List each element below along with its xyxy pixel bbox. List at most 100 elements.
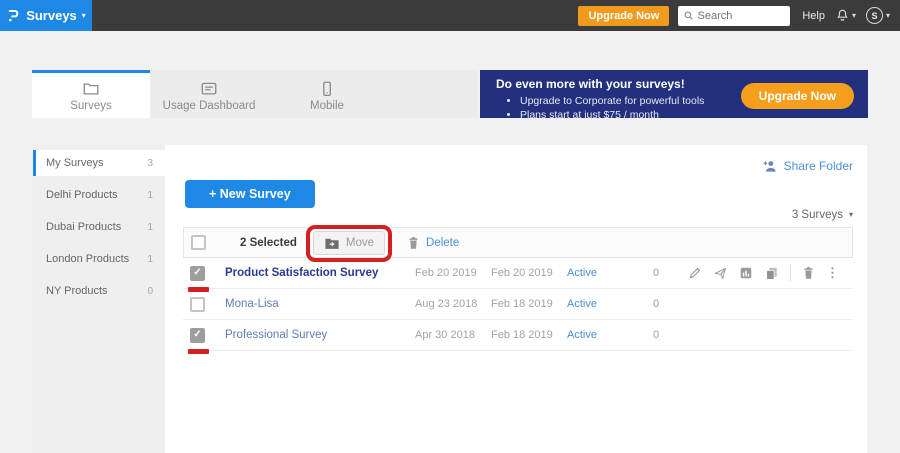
duplicate-button[interactable] [764, 266, 779, 281]
tabs: Surveys Usage Dashboard Mobile [32, 70, 478, 118]
surveys-panel: Share Folder + New Survey 3 Surveys ▾ ✓ … [165, 145, 867, 453]
notifications-menu[interactable]: ▾ [835, 8, 856, 23]
help-link[interactable]: Help [802, 10, 825, 22]
folder-count: 1 [147, 254, 153, 265]
share-folder-link[interactable]: Share Folder [784, 159, 853, 173]
paper-plane-icon [713, 266, 728, 280]
sidebar-item-my-surveys[interactable]: My Surveys 3 [33, 150, 165, 176]
check-icon: ✓ [193, 330, 201, 340]
avatar: S [866, 7, 883, 24]
sidebar-item-delhi-products[interactable]: Delhi Products 1 [33, 182, 165, 208]
row-checkbox-wrap: ✓ [190, 266, 205, 281]
folder-label: My Surveys [46, 157, 103, 169]
banner-upgrade-button[interactable]: Upgrade Now [741, 83, 854, 109]
copy-icon [764, 266, 779, 281]
created-date: Feb 20 2019 [407, 267, 483, 279]
sidebar-item-ny-products[interactable]: NY Products 0 [33, 278, 165, 304]
folder-label: Delhi Products [46, 189, 118, 201]
survey-row: ✓ Mona-Lisa Aug 23 2018 Feb 18 2019 Acti… [183, 289, 853, 320]
responses-count: 0 [635, 298, 683, 310]
edit-button[interactable] [688, 266, 702, 280]
search-box[interactable] [678, 6, 790, 26]
row-checkbox-wrap: ✓ [190, 297, 205, 312]
pencil-icon [688, 266, 702, 280]
survey-row: ✓ Professional Survey Apr 30 2018 Feb 18… [183, 320, 853, 351]
status-link[interactable]: Active [559, 267, 635, 279]
trash-icon [802, 266, 815, 280]
new-survey-button[interactable]: + New Survey [185, 180, 315, 208]
tab-usage-dashboard[interactable]: Usage Dashboard [150, 70, 268, 118]
chevron-down-icon: ▾ [82, 12, 86, 20]
upgrade-now-button[interactable]: Upgrade Now [578, 6, 669, 26]
folder-count: 0 [147, 286, 153, 297]
folder-icon [82, 80, 100, 98]
trash-icon [407, 236, 420, 250]
created-date: Aug 23 2018 [407, 298, 483, 310]
bar-chart-icon [739, 266, 753, 280]
select-all-checkbox[interactable]: ✓ [191, 235, 206, 250]
survey-title-link[interactable]: Product Satisfaction Survey [217, 267, 407, 279]
status-link[interactable]: Active [559, 329, 635, 341]
responses-count: 0 [635, 329, 683, 341]
reports-button[interactable] [739, 266, 753, 280]
survey-title-link[interactable]: Mona-Lisa [217, 298, 407, 310]
main-area: My Surveys 3 Delhi Products 1 Dubai Prod… [33, 145, 867, 453]
topbar-actions: Upgrade Now Help ▾ S ▾ [578, 6, 900, 26]
row-checkbox-wrap: ✓ [190, 328, 205, 343]
folder-label: NY Products [46, 285, 108, 297]
check-icon: ✓ [193, 268, 201, 278]
send-button[interactable] [713, 266, 728, 280]
tab-label: Mobile [310, 100, 344, 112]
upgrade-banner: Do even more with your surveys! Upgrade … [480, 70, 868, 118]
folders-sidebar: My Surveys 3 Delhi Products 1 Dubai Prod… [33, 145, 165, 453]
row-actions: ⋮ [683, 265, 853, 281]
surveys-table: ✓ 2 Selected Move Delete [183, 227, 853, 351]
tab-strip: Surveys Usage Dashboard Mobile Do even m… [32, 70, 868, 118]
surveys-app-page: Surveys ▾ Upgrade Now Help ▾ S ▾ Su [0, 0, 900, 453]
survey-title-link[interactable]: Professional Survey [217, 329, 407, 341]
survey-count-dropdown[interactable]: 3 Surveys ▾ [183, 209, 853, 221]
folder-count: 3 [147, 158, 153, 169]
status-link[interactable]: Active [559, 298, 635, 310]
survey-row: ✓ Product Satisfaction Survey Feb 20 201… [183, 258, 853, 289]
move-label: Move [346, 237, 374, 249]
chevron-down-icon: ▾ [849, 211, 853, 219]
delete-button[interactable]: Delete [407, 236, 459, 250]
sidebar-item-london-products[interactable]: London Products 1 [33, 246, 165, 272]
survey-count-label: 3 Surveys [792, 209, 843, 221]
selected-count-label: 2 Selected [240, 237, 297, 249]
proprofs-logo-icon [6, 8, 21, 23]
move-button[interactable]: Move [313, 231, 385, 255]
folder-count: 1 [147, 190, 153, 201]
responses-count: 0 [635, 267, 683, 279]
folder-label: London Products [46, 253, 129, 265]
move-folder-icon [324, 236, 340, 250]
account-menu[interactable]: S ▾ [866, 7, 890, 24]
tab-surveys[interactable]: Surveys [32, 70, 150, 118]
tab-label: Surveys [70, 100, 112, 112]
search-icon [683, 9, 694, 22]
tab-mobile[interactable]: Mobile [268, 70, 386, 118]
mobile-icon [318, 80, 336, 98]
row-checkbox[interactable]: ✓ [190, 297, 205, 312]
select-all-wrap: ✓ [191, 235, 206, 250]
delete-label: Delete [426, 237, 459, 249]
row-delete-button[interactable] [802, 266, 815, 280]
share-folder-icon[interactable] [762, 158, 778, 174]
row-checkbox[interactable]: ✓ [190, 328, 205, 343]
bell-icon [835, 8, 850, 23]
more-options-button[interactable]: ⋮ [826, 265, 839, 281]
row-checkbox[interactable]: ✓ [190, 266, 205, 281]
chevron-down-icon: ▾ [886, 12, 890, 20]
created-date: Apr 30 2018 [407, 329, 483, 341]
modified-date: Feb 20 2019 [483, 267, 559, 279]
search-input[interactable] [698, 10, 786, 22]
product-switcher[interactable]: Surveys ▾ [0, 0, 92, 31]
sidebar-item-dubai-products[interactable]: Dubai Products 1 [33, 214, 165, 240]
brand-label: Surveys [26, 8, 77, 23]
modified-date: Feb 18 2019 [483, 329, 559, 341]
folder-count: 1 [147, 222, 153, 233]
dashboard-icon [200, 80, 218, 98]
modified-date: Feb 18 2019 [483, 298, 559, 310]
banner-bullet: Plans start at just $75 / month [520, 108, 868, 122]
